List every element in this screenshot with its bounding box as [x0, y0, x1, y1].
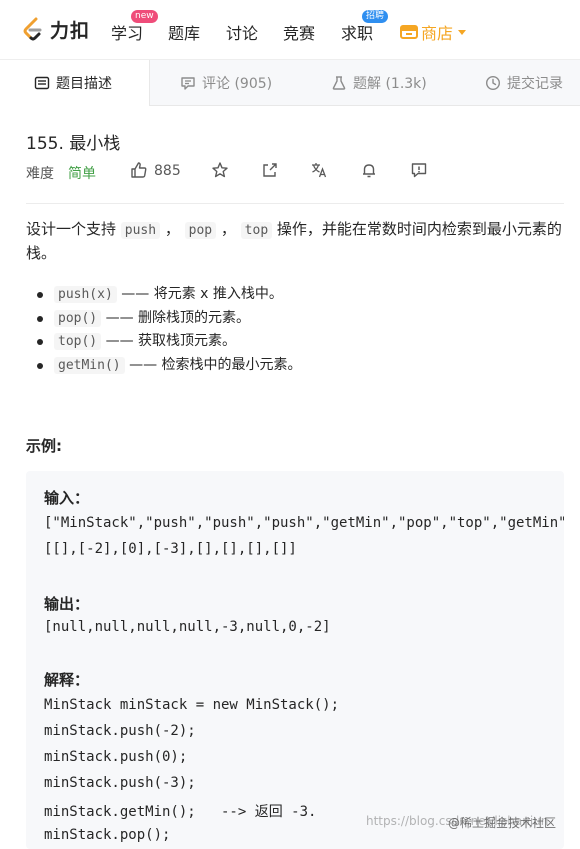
star-icon[interactable]: [211, 161, 229, 179]
desc-sep: ，: [216, 220, 241, 238]
example-heading: 示例:: [26, 437, 62, 455]
bullet-text: —— 获取栈顶元素。: [101, 333, 237, 349]
chevron-down-icon: [458, 29, 467, 35]
like-count: 885: [154, 163, 181, 179]
problem-title: 155. 最小栈: [26, 134, 121, 154]
bullet-text: —— 检索栈中的最小元素。: [124, 356, 302, 373]
nav-jobs[interactable]: 求职: [341, 20, 373, 44]
input-line-1: ["MinStack","push","push","push","getMin…: [44, 515, 564, 531]
tab-comments-label: 评论 (905): [202, 76, 273, 92]
operations-list: push(x) —— 将元素 x 推入栈中。 pop() —— 删除栈顶的元素。…: [37, 283, 302, 378]
tab-submissions[interactable]: 提交记录: [485, 60, 563, 106]
difficulty-badge: 简单: [68, 166, 96, 182]
tab-comments[interactable]: 评论 (905): [180, 60, 272, 106]
desc-sep: ，: [160, 220, 185, 238]
clock-icon: [485, 75, 501, 91]
input-line-2: [[],[-2],[0],[-3],[],[],[],[]]: [44, 541, 297, 557]
list-item: push(x) —— 将元素 x 推入栈中。: [37, 283, 302, 307]
bullet-text: —— 将元素 x 推入栈中。: [116, 286, 283, 302]
input-label: 输入：: [44, 489, 90, 507]
problem-tabs: 题目描述 评论 (905) 题解 (1.3k) 提交记录: [0, 60, 580, 106]
store-icon: [400, 25, 418, 39]
nav-contest[interactable]: 竞赛: [283, 20, 315, 44]
inline-code-push: push: [120, 222, 161, 239]
bullet-text: —— 删除栈顶的元素。: [101, 309, 251, 326]
code-line: minStack.push(-2);: [44, 723, 196, 739]
bullet-code: pop(): [54, 309, 102, 327]
leetcode-logo-icon: [23, 17, 42, 40]
list-item: getMin() —— 检索栈中的最小元素。: [37, 354, 302, 378]
difficulty-label: 难度: [26, 166, 54, 182]
problem-description: 设计一个支持 push ， pop ， top 操作，并能在常数时间内检索到最小…: [26, 218, 566, 264]
hiring-badge: 招聘: [362, 10, 389, 23]
tab-solutions-label: 题解 (1.3k): [353, 76, 427, 92]
tab-solutions[interactable]: 题解 (1.3k): [331, 60, 427, 106]
code-line: minStack.pop();: [44, 827, 171, 843]
desc-text: 设计一个支持: [26, 220, 121, 238]
comment-icon: [181, 77, 195, 90]
code-line: MinStack minStack = new MinStack();: [44, 697, 340, 713]
brand-name: 力扣: [50, 20, 91, 42]
tab-submissions-label: 提交记录: [507, 76, 563, 92]
document-icon: [34, 76, 50, 90]
watermark-logo: @稀土掘金技术社区: [448, 816, 557, 830]
nav-problems[interactable]: 题库: [168, 20, 200, 44]
output-label: 输出：: [44, 595, 90, 613]
nav-learn[interactable]: 学习: [111, 20, 143, 44]
tab-description[interactable]: 题目描述: [0, 60, 150, 106]
store-label: 商店: [421, 24, 454, 43]
tab-description-label: 题目描述: [56, 76, 112, 92]
bullet-code: top(): [54, 333, 102, 350]
code-line: minStack.push(-3);: [44, 775, 196, 791]
list-item: top() —— 获取栈顶元素。: [37, 330, 302, 354]
translate-icon[interactable]: [310, 161, 328, 179]
flask-icon: [332, 76, 346, 90]
code-line: minStack.push(0);: [44, 749, 188, 765]
share-icon[interactable]: [261, 161, 279, 179]
bullet-code: getMin(): [54, 356, 125, 374]
brand-logo[interactable]: 力扣: [22, 16, 90, 43]
thumbs-up-icon[interactable]: [130, 161, 148, 179]
feedback-icon[interactable]: [410, 161, 428, 179]
code-line: minStack.getMin(); --> 返回 -3.: [44, 804, 317, 820]
output-line: [null,null,null,null,-3,null,0,-2]: [44, 619, 331, 635]
divider: [26, 203, 564, 204]
inline-code-pop: pop: [184, 222, 217, 239]
nav-discuss[interactable]: 讨论: [226, 20, 258, 44]
example-code-block: 输入： ["MinStack","push","push","push","ge…: [26, 471, 564, 849]
nav-store[interactable]: 商店: [400, 20, 467, 44]
new-badge: new: [131, 10, 158, 23]
problem-meta: 难度 简单 885: [26, 161, 566, 183]
inline-code-top: top: [240, 222, 273, 239]
explain-label: 解释：: [44, 671, 90, 689]
bell-icon[interactable]: [360, 161, 378, 179]
list-item: pop() —— 删除栈顶的元素。: [37, 307, 302, 331]
bullet-code: push(x): [54, 286, 117, 303]
